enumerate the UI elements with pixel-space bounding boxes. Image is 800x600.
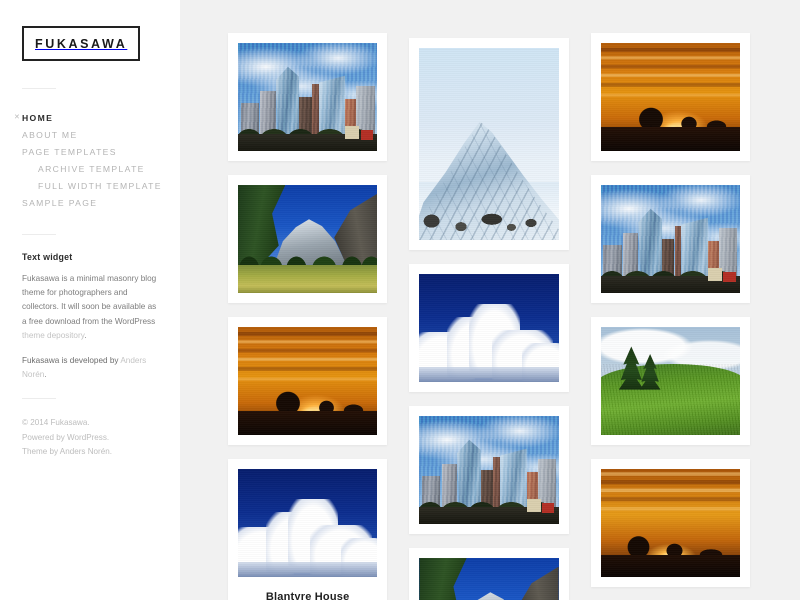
nav-link[interactable]: PAGE TEMPLATES [22,144,158,161]
nav-item-home[interactable]: ✕ HOME [14,110,158,127]
post-card[interactable] [409,264,569,392]
nav-item-full-width-template[interactable]: FULL WIDTH TEMPLATE [22,178,161,195]
post-card[interactable] [409,548,569,600]
post-thumbnail-green-hill-conifers[interactable] [600,327,740,435]
divider-above-widget [22,234,56,235]
text-widget: Text widget Fukasawa is a minimal masonr… [22,252,158,382]
site-logo-text: FUKASAWA [35,37,128,51]
nav-link[interactable]: FULL WIDTH TEMPLATE [22,178,161,195]
widget-p2-pre: Fukasawa is developed by [22,356,121,366]
post-title[interactable]: Blantyre House [238,577,377,600]
wordpress-link[interactable]: WordPress [67,433,107,442]
text-widget-paragraph-2: Fukasawa is developed by Anders Norén. [22,354,158,382]
post-card[interactable] [409,38,569,250]
post-thumbnail-cumulus-clouds[interactable] [419,274,559,382]
nav-item-about-me[interactable]: ABOUT ME [22,127,158,144]
footer-l3-pre: Theme by [22,446,60,456]
site-logo[interactable]: FUKASAWA [22,26,141,61]
post-card[interactable] [228,175,388,303]
main-content: Blantyre House [180,0,800,600]
post-card[interactable] [590,33,750,161]
divider-above-footer [22,398,56,400]
post-card[interactable] [228,33,388,161]
footer-l2-post: . [106,432,110,442]
post-thumbnail-yosemite-valley[interactable] [238,185,378,293]
main-navigation: ✕ HOME ABOUT ME PAGE TEMPLATES ARCHIVE TEMPL… [14,110,161,212]
post-card[interactable] [590,175,750,303]
widget-p1-post: . [84,330,87,340]
post-thumbnail-cumulus-clouds[interactable] [238,469,378,577]
nav-link[interactable]: SAMPLE PAGE [22,195,158,212]
post-card[interactable] [409,406,569,534]
post-card[interactable]: Blantyre House [228,459,388,600]
post-card[interactable] [228,317,388,445]
nav-item-archive-template[interactable]: ARCHIVE TEMPLATE [22,161,158,178]
nav-list: ✕ HOME ABOUT ME PAGE TEMPLATES ARCHIVE TEMPL… [14,110,161,212]
post-thumbnail-sunset-trees-2[interactable] [600,469,740,577]
close-x-icon: ✕ [14,114,20,121]
theme-depository-link[interactable]: theme depository [22,331,84,340]
post-thumbnail-city-skyscrapers[interactable] [419,416,559,524]
sidebar: FUKASAWA ✕ HOME ABOUT ME PAGE TEMPLATES ARCH… [0,0,180,600]
post-thumbnail-city-skyscrapers[interactable] [238,43,378,151]
divider-below-logo [22,88,56,89]
footer-theme-by: Theme by Anders Norén. [22,445,158,459]
column-right [590,33,750,587]
text-widget-paragraph-1: Fukasawa is a minimal masonry blog theme… [22,272,158,343]
footer-copyright: © 2014 Fukasawa. [22,418,90,428]
masonry-grid: Blantyre House [180,33,800,600]
nav-link[interactable]: ARCHIVE TEMPLATE [22,161,158,178]
nav-link[interactable]: HOME [22,110,158,127]
footer-l3-post: . [109,446,112,456]
page-root: FUKASAWA ✕ HOME ABOUT ME PAGE TEMPLATES ARCH… [0,0,800,600]
column-left: Blantyre House [228,33,388,600]
post-card[interactable] [590,317,750,445]
text-widget-title: Text widget [22,252,73,262]
post-thumbnail-sunset-trees[interactable] [600,43,740,151]
footer-powered-by: Powered by WordPress. [22,431,158,445]
nav-item-sample-page[interactable]: SAMPLE PAGE [22,195,158,212]
nav-item-page-templates[interactable]: PAGE TEMPLATES [22,144,158,161]
theme-author-link[interactable]: Anders Norén [60,447,110,456]
nav-link[interactable]: ABOUT ME [22,127,158,144]
post-card[interactable] [590,459,750,587]
footer-l2-pre: Powered by [22,432,67,442]
post-thumbnail-snow-mountain[interactable] [419,48,559,240]
column-middle [409,38,569,600]
site-footer: © 2014 Fukasawa. Powered by WordPress. T… [22,416,158,459]
widget-p2-post: . [44,370,47,380]
widget-p1-pre: Fukasawa is a minimal masonry blog theme… [22,274,157,326]
post-thumbnail-city-skyscrapers[interactable] [600,185,740,293]
post-thumbnail-sunset-trees[interactable] [238,327,378,435]
post-thumbnail-yosemite-valley[interactable] [419,558,559,600]
